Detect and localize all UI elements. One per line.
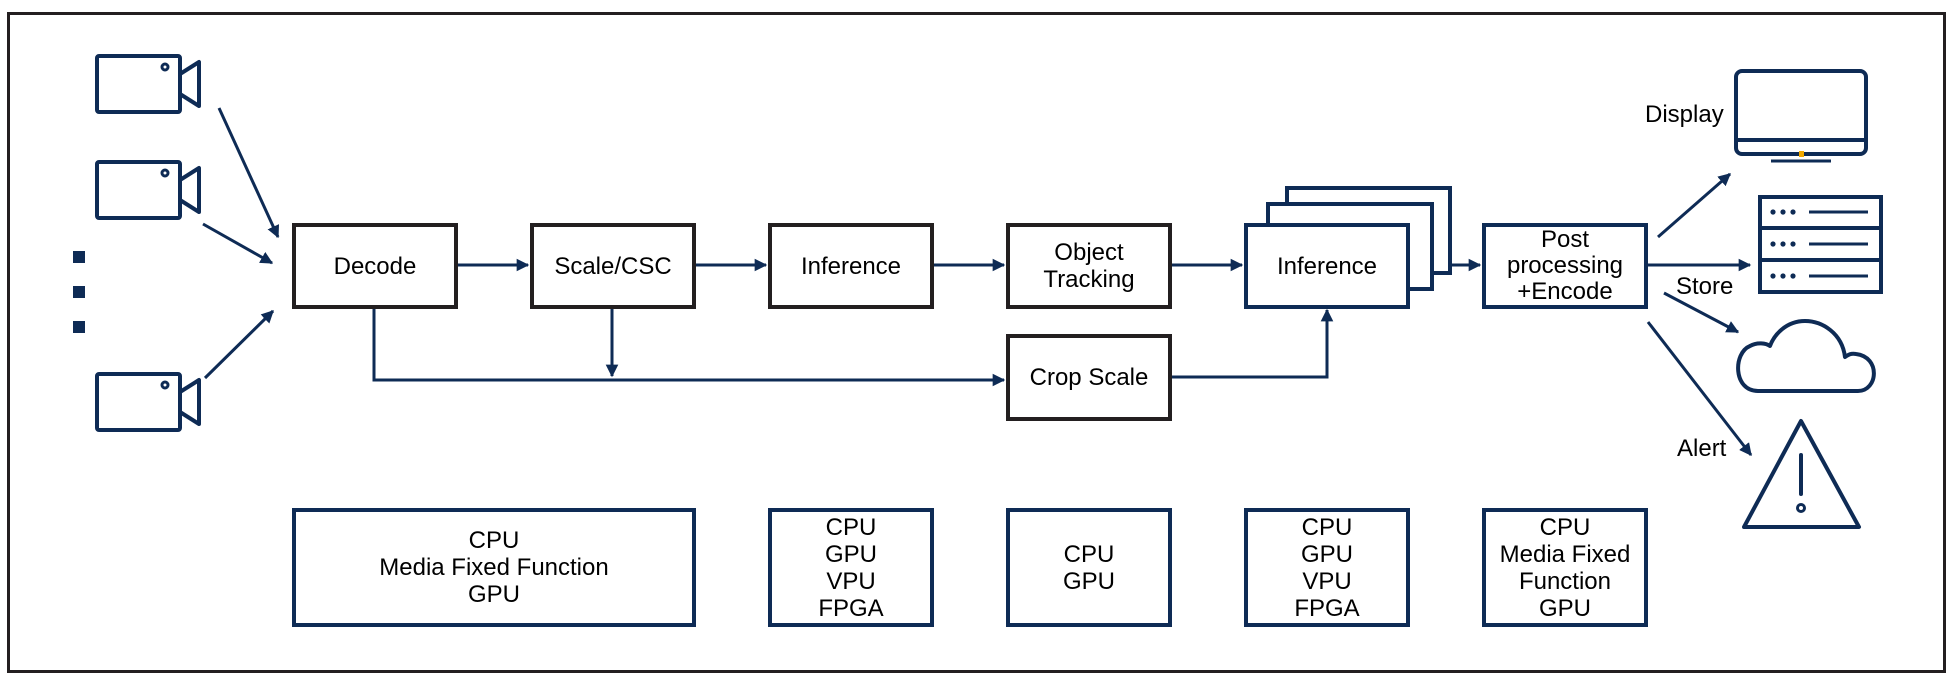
display-label: Display bbox=[1645, 101, 1724, 128]
inference-text: Inference bbox=[800, 252, 902, 280]
scale-csc-label: Scale/CSC bbox=[554, 253, 671, 280]
arrow-camera3-to-decode bbox=[203, 309, 275, 380]
warning-icon bbox=[1742, 419, 1861, 529]
hardware-item: GPU bbox=[824, 540, 877, 568]
crop-scale-box: Crop Scale bbox=[1006, 334, 1172, 421]
hardware-box-decode-scale: CPU Media Fixed Function GPU bbox=[292, 508, 696, 627]
hardware-box-post-processing: CPU Media Fixed Function GPU bbox=[1482, 508, 1648, 627]
crop-scale-label: Crop Scale bbox=[1030, 364, 1149, 391]
post-processing-text-line: processing bbox=[1506, 252, 1624, 279]
hardware-item: CPU bbox=[1063, 540, 1115, 568]
inference-label: Inference bbox=[801, 253, 901, 280]
object-tracking-text-line: Tracking bbox=[1043, 266, 1135, 293]
post-processing-label: Post processing +Encode bbox=[1507, 227, 1623, 305]
post-processing-text-line: +Encode bbox=[1517, 278, 1613, 305]
object-tracking-text-line: Object bbox=[1054, 239, 1124, 266]
hardware-list: CPU Media Fixed Function GPU bbox=[379, 527, 608, 608]
hardware-item: CPU bbox=[468, 527, 520, 554]
inference-multi-box: Inference bbox=[1244, 223, 1410, 309]
hardware-list: CPU GPU VPU FPGA bbox=[1294, 514, 1359, 622]
arrow-cropscale-to-inference bbox=[1172, 308, 1334, 379]
inference-multi-label: Inference bbox=[1277, 253, 1377, 280]
decode-label: Decode bbox=[334, 253, 417, 280]
post-processing-box: Post processing +Encode bbox=[1482, 223, 1648, 309]
hardware-item: Function bbox=[1518, 567, 1612, 595]
arrow-to-display bbox=[1657, 172, 1731, 239]
hardware-item: VPU bbox=[826, 567, 876, 595]
hardware-item: FPGA bbox=[818, 594, 884, 622]
hardware-box-inference-multi: CPU GPU VPU FPGA bbox=[1244, 508, 1410, 627]
hardware-item: Media Fixed bbox=[1499, 540, 1631, 568]
scale-csc-text: Scale/CSC bbox=[554, 252, 672, 280]
decode-text: Decode bbox=[333, 252, 417, 280]
video-camera-icon bbox=[95, 160, 201, 220]
vertical-ellipsis-icon bbox=[73, 251, 85, 333]
post-processing-text-line: Post bbox=[1540, 226, 1590, 253]
decode-box: Decode bbox=[292, 223, 458, 309]
hardware-item: CPU bbox=[1301, 513, 1353, 541]
hardware-item: GPU bbox=[1062, 567, 1115, 595]
hardware-item: CPU bbox=[1539, 513, 1591, 541]
hardware-list: CPU GPU bbox=[1063, 541, 1115, 595]
inference-multi-text: Inference bbox=[1276, 252, 1378, 280]
arrow-decode-to-cropscale bbox=[372, 309, 1006, 387]
hardware-item: GPU bbox=[467, 581, 520, 608]
hardware-item: GPU bbox=[1300, 540, 1353, 568]
hardware-box-object-tracking: CPU GPU bbox=[1006, 508, 1172, 627]
scale-csc-box: Scale/CSC bbox=[530, 223, 696, 309]
monitor-icon bbox=[1734, 69, 1868, 163]
hardware-list: CPU GPU VPU FPGA bbox=[818, 514, 883, 622]
object-tracking-box: Object Tracking bbox=[1006, 223, 1172, 309]
video-camera-icon bbox=[95, 372, 201, 432]
hardware-item: CPU bbox=[825, 513, 877, 541]
arrow-camera2-to-decode bbox=[202, 222, 274, 265]
alert-label: Alert bbox=[1677, 435, 1727, 462]
server-icon bbox=[1758, 195, 1883, 294]
arrow-camera1-to-decode bbox=[217, 107, 280, 239]
object-tracking-label: Object Tracking bbox=[1043, 239, 1134, 293]
hardware-item: VPU bbox=[1302, 567, 1352, 595]
hardware-list: CPU Media Fixed Function GPU bbox=[1500, 514, 1631, 622]
crop-scale-text: Crop Scale bbox=[1029, 364, 1149, 391]
hardware-item: FPGA bbox=[1294, 594, 1360, 622]
store-label: Store bbox=[1676, 273, 1734, 300]
inference-box: Inference bbox=[768, 223, 934, 309]
video-camera-icon bbox=[95, 54, 201, 114]
cloud-icon bbox=[1736, 319, 1876, 393]
hardware-box-inference: CPU GPU VPU FPGA bbox=[768, 508, 934, 627]
hardware-item: GPU bbox=[1538, 594, 1591, 622]
hardware-item: Media Fixed Function bbox=[379, 554, 609, 581]
